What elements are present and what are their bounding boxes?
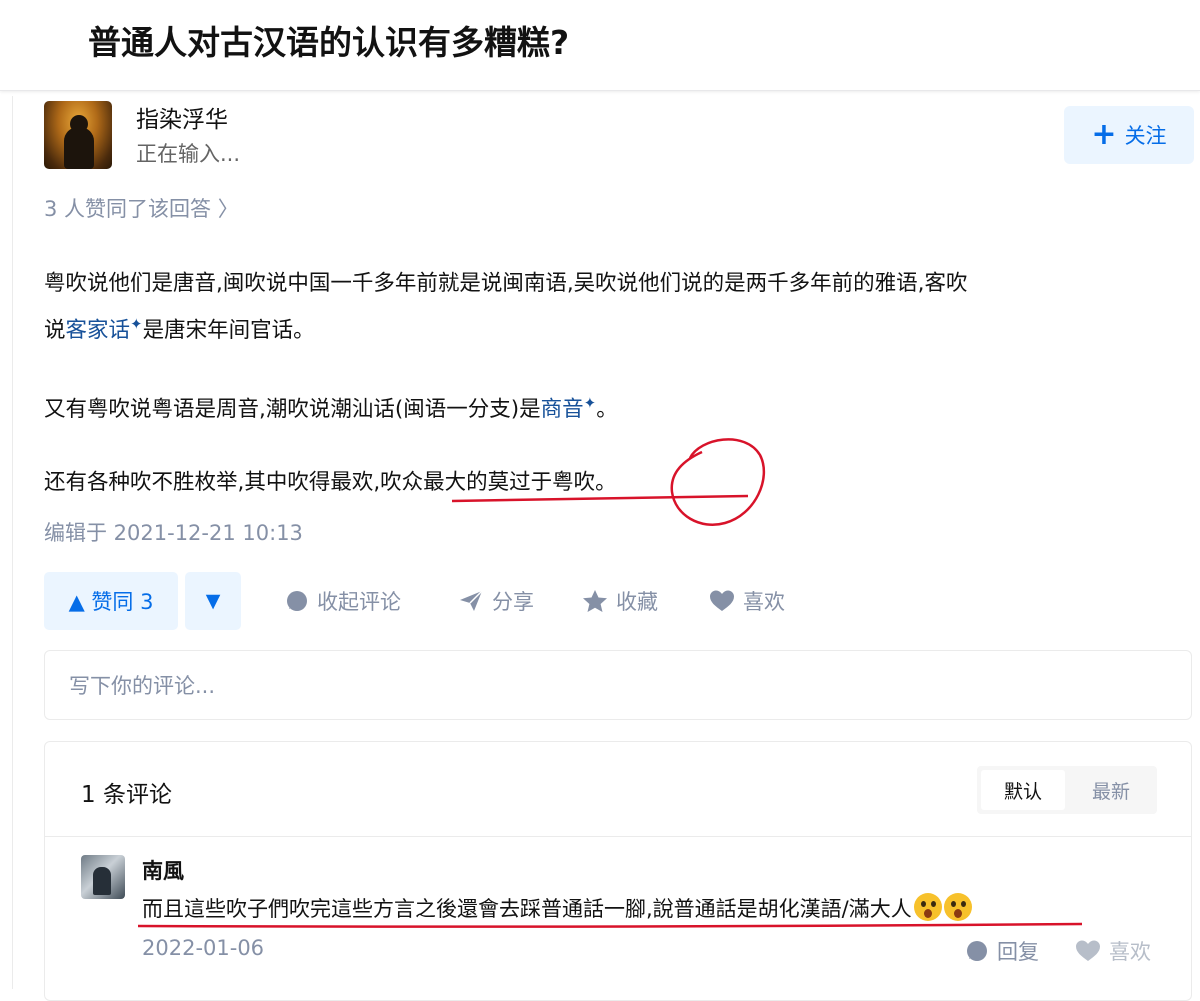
comments-divider: [45, 836, 1191, 837]
annotation-circle: [670, 438, 766, 526]
left-divider: [12, 96, 13, 989]
reply-button[interactable]: 回复: [965, 936, 1039, 966]
answer-paragraph-3: 还有各种吹不胜枚举,其中吹得最欢,吹众最大的莫过于粤吹。: [44, 470, 617, 495]
answer-paragraph-1: 粤吹说他们是唐音,闽吹说中国一千多年前就是说闽南语,吴吹说他们说的是两千多年前的…: [44, 264, 968, 351]
question-title[interactable]: 普通人对古汉语的认识有多糟糕?: [88, 16, 569, 64]
heart-icon: [710, 590, 734, 611]
star-icon: [583, 590, 607, 612]
hakka-link[interactable]: 客家话: [66, 318, 131, 343]
author-avatar[interactable]: [44, 101, 112, 169]
text-fragment: 。: [596, 397, 618, 423]
avatar-figure: [64, 127, 94, 169]
collapse-comments-button[interactable]: 收起评论: [285, 586, 401, 616]
author-name[interactable]: 指染浮华: [136, 100, 228, 134]
avatar-figure: [93, 867, 111, 895]
comment-like-label: 喜欢: [1109, 940, 1151, 964]
follow-label: 关注: [1124, 124, 1167, 148]
comment-count: 1 条评论: [81, 782, 172, 808]
question-header: 普通人对古汉语的认识有多糟糕?: [0, 0, 1200, 91]
voters-link[interactable]: 3 人赞同了该回答 〉: [44, 193, 239, 223]
sparkle-icon: ✦: [583, 394, 597, 412]
sort-latest-tab[interactable]: 最新: [1069, 770, 1153, 810]
comment-date: 2022-01-06: [142, 936, 265, 960]
share-icon: [460, 590, 483, 611]
comment-input[interactable]: 写下你的评论...: [44, 650, 1192, 720]
commenter-name[interactable]: 南風: [142, 855, 184, 885]
share-button[interactable]: 分享: [458, 586, 534, 616]
comment-body: 而且這些吹子們吹完這些方言之後還會去踩普通話一腳,說普通話是胡化漢語/滿大人: [142, 897, 912, 921]
answer-paragraph-2: 又有粤吹说粤语是周音,潮吹说潮汕话(闽语一分支)是商音✦。: [44, 383, 618, 430]
scream-emoji-icon: [943, 893, 972, 921]
sparkle-icon: ✦: [130, 315, 143, 333]
reply-icon: [967, 941, 987, 961]
avatar-head: [70, 115, 88, 133]
downvote-button[interactable]: ▼: [185, 572, 241, 630]
share-label: 分享: [492, 590, 534, 614]
like-label: 喜欢: [743, 590, 785, 614]
edit-timestamp[interactable]: 编辑于 2021-12-21 10:13: [44, 517, 303, 547]
favorite-button[interactable]: 收藏: [582, 586, 658, 616]
text-fragment: 说: [44, 318, 66, 344]
collapse-comments-label: 收起评论: [317, 590, 401, 614]
heart-icon: [1076, 940, 1100, 961]
sort-default-tab[interactable]: 默认: [981, 770, 1065, 810]
follow-button[interactable]: + 关注: [1064, 106, 1194, 164]
favorite-label: 收藏: [616, 590, 658, 614]
comment-text: 而且這些吹子們吹完這些方言之後還會去踩普通話一腳,說普通話是胡化漢語/滿大人: [142, 893, 972, 923]
commenter-avatar[interactable]: [81, 855, 125, 899]
shang-yin-link[interactable]: 商音: [541, 397, 584, 422]
paragraph-1-line-1: 粤吹说他们是唐音,闽吹说中国一千多年前就是说闽南语,吴吹说他们说的是两千多年前的…: [44, 271, 968, 296]
like-button[interactable]: 喜欢: [709, 586, 785, 616]
paragraph-1-line-2: 说客家话✦是唐宋年间官话。: [44, 304, 968, 351]
comment-icon: [287, 591, 307, 611]
text-fragment: 又有粤吹说粤语是周音,潮吹说潮汕话(闽语一分支)是: [44, 397, 541, 423]
text-fragment: 是唐宋年间官话。: [142, 318, 315, 344]
author-status: 正在输入...: [136, 142, 241, 166]
plus-icon: +: [1091, 117, 1117, 152]
sort-toggle: 默认 最新: [977, 766, 1157, 814]
upvote-button[interactable]: ▲ 赞同 3: [44, 572, 178, 630]
reply-label: 回复: [997, 940, 1039, 964]
scream-emoji-icon: [913, 893, 942, 921]
comment-like-button[interactable]: 喜欢: [1075, 936, 1151, 966]
comments-panel: 1 条评论 默认 最新 南風 而且這些吹子們吹完這些方言之後還會去踩普通話一腳,…: [44, 741, 1192, 1001]
